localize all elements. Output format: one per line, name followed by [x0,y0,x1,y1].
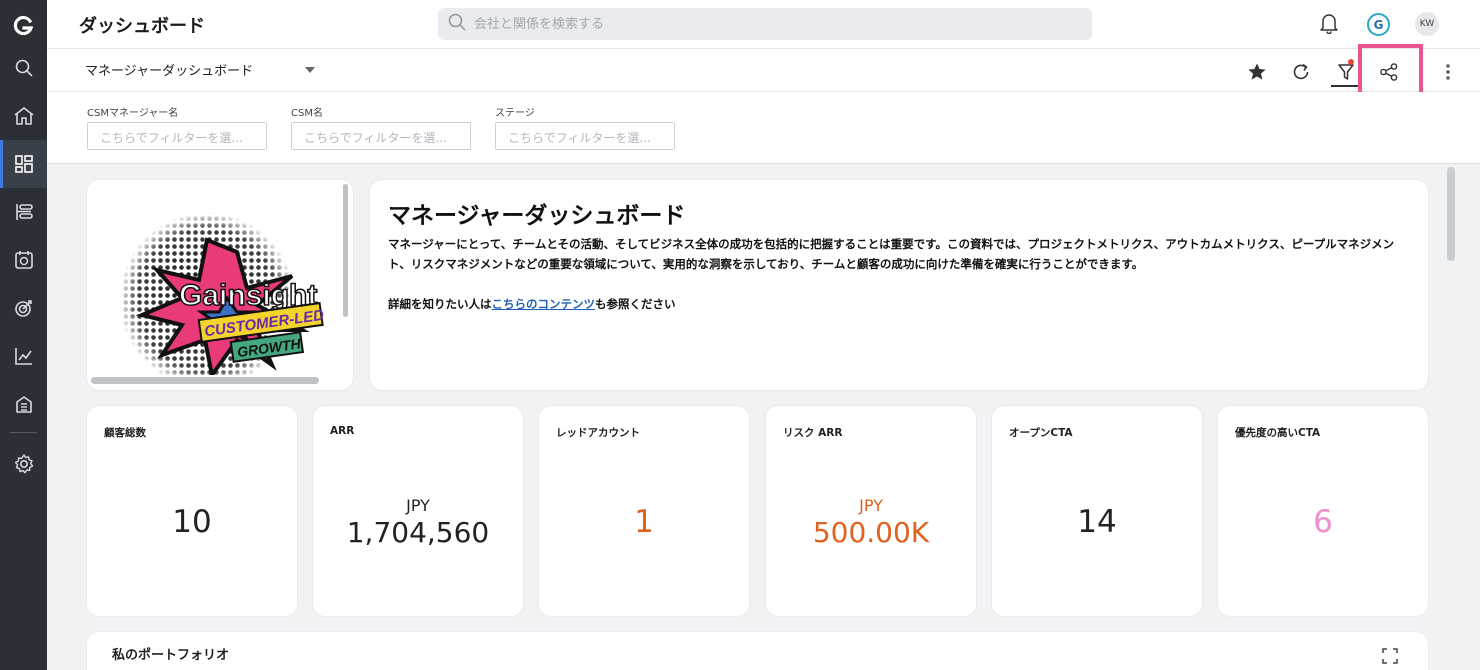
app-root: ダッシュボード G KW マネージャーダッシュボード [0,0,1480,670]
top-header: ダッシュボード G KW [47,0,1480,49]
page-title: ダッシュボード [79,16,205,37]
kpi-title: レッドアカウント [556,427,640,439]
account-switcher[interactable]: G [1367,13,1390,36]
filter-label: CSMマネージャー名 [87,108,179,119]
expand-icon[interactable] [1382,648,1398,668]
kpi-unit: JPY [406,496,430,515]
kpi-red-accounts[interactable]: レッドアカウント 1 [539,406,749,616]
kpi-title: ARR [330,425,355,437]
dashboard-selector[interactable]: マネージャーダッシュボード [85,60,253,79]
intro-more-after: も参照ください [595,297,676,311]
kpi-value: 10 [172,504,212,540]
kpi-high-priority-cta[interactable]: 優先度の高いCTA 6 [1218,406,1428,616]
intro-more-before: 詳細を知りたい人は [388,297,492,311]
gainsight-pulse-image: Gainsight CUSTOMER-LED GROWTH [87,180,339,388]
filter-stage: ステージ こちらでフィルターを選... [495,104,675,150]
chevron-down-icon[interactable] [305,67,315,73]
image-vertical-scrollbar[interactable] [343,184,348,317]
portfolio-title: 私のポートフォリオ [112,648,230,663]
kpi-value: 1,704,560 [346,516,490,549]
kpi-value: 500.00K [812,516,930,549]
nav-building-icon[interactable] [0,380,47,428]
kpi-value: 6 [1313,504,1333,540]
global-search[interactable] [438,8,1092,40]
kpi-arr[interactable]: ARR JPY 1,704,560 [313,406,523,616]
filter-icon[interactable] [1334,60,1358,84]
favorite-star-icon[interactable] [1245,60,1269,84]
intro-more-info: 詳細を知りたい人はこちらのコンテンツも参照ください [388,294,1410,314]
nav-analytics-icon[interactable] [0,332,47,380]
kpi-value: 1 [634,504,654,540]
search-icon [448,13,466,35]
nav-calendar-icon[interactable] [0,236,47,284]
search-input[interactable] [474,16,1074,32]
kpi-title: 優先度の高いCTA [1235,427,1321,439]
gainsight-logo[interactable] [0,8,47,44]
kpi-open-cta[interactable]: オープンCTA 14 [992,406,1202,616]
user-avatar[interactable]: KW [1415,12,1439,36]
kpi-value: 14 [1077,504,1117,540]
filter-select[interactable]: こちらでフィルターを選... [495,122,675,150]
nav-target-icon[interactable] [0,284,47,332]
filter-active-underline [1331,85,1361,87]
kpi-risk-arr[interactable]: リスク ARR JPY 500.00K [766,406,976,616]
nav-search-icon[interactable] [0,44,47,92]
dashboard-toolbar: マネージャーダッシュボード [47,44,1480,97]
image-horizontal-scrollbar[interactable] [91,377,319,384]
filter-csm-manager: CSMマネージャー名 こちらでフィルターを選... [87,104,267,150]
filter-label: CSM名 [291,108,323,119]
intro-title: マネージャーダッシュボード [388,203,686,229]
nav-dashboard-icon[interactable] [0,140,47,188]
refresh-icon[interactable] [1289,60,1313,84]
more-options-icon[interactable] [1436,60,1460,84]
kpi-title: リスク ARR [783,427,843,439]
page-vertical-scrollbar[interactable] [1447,167,1455,261]
filter-select[interactable]: こちらでフィルターを選... [291,122,471,150]
intro-description: マネージャーにとって、チームとその活動、そしてビジネス全体の成功を包括的に把握す… [388,237,1395,271]
global-filters: CSMマネージャー名 こちらでフィルターを選... CSM名 こちらでフィルター… [47,92,1480,164]
nav-timeline-icon[interactable] [0,188,47,236]
kpi-title: オープンCTA [1009,427,1073,439]
nav-settings-icon[interactable] [0,440,47,488]
portfolio-card: 私のポートフォリオ [87,632,1428,670]
kpi-unit: JPY [859,496,883,515]
filter-select[interactable]: こちらでフィルターを選... [87,122,267,150]
intro-card: マネージャーダッシュボード マネージャーにとって、チームとその活動、そしてビジネ… [370,180,1428,390]
filter-csm-name: CSM名 こちらでフィルターを選... [291,104,471,150]
left-nav [0,0,47,670]
logo-image-card: Gainsight CUSTOMER-LED GROWTH [87,180,353,390]
notification-bell-icon[interactable] [1319,12,1339,38]
share-highlight-box [1358,44,1423,97]
content-link[interactable]: こちらのコンテンツ [492,297,596,311]
filter-active-dot [1348,59,1354,65]
filter-label: ステージ [495,108,535,119]
nav-home-icon[interactable] [0,92,47,140]
nav-divider [10,432,37,433]
kpi-total-customers[interactable]: 顧客総数 10 [87,406,297,616]
kpi-title: 顧客総数 [104,427,146,439]
